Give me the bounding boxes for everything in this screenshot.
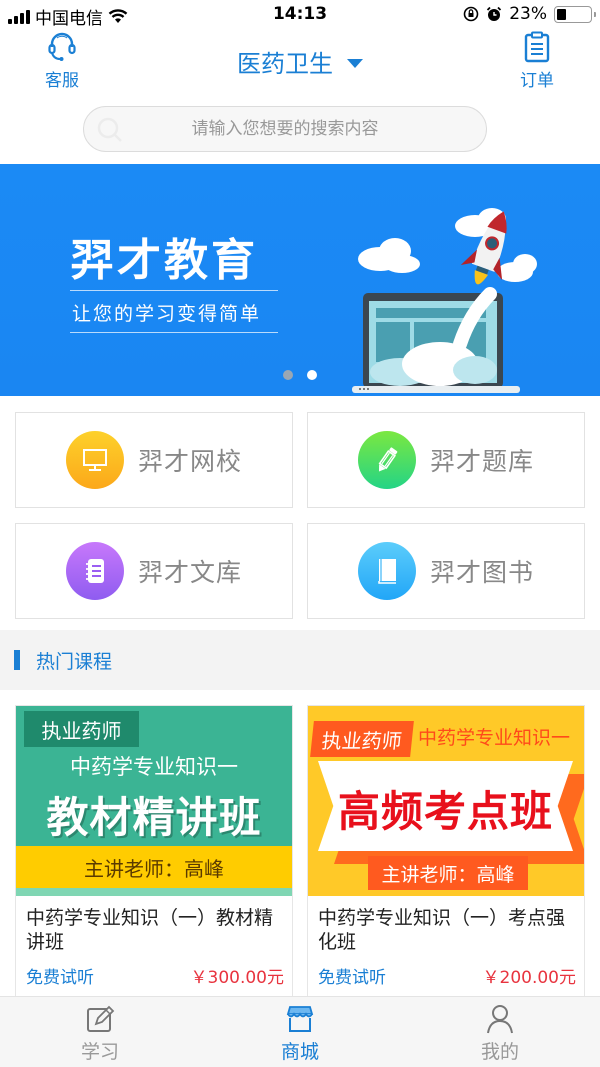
menu-books[interactable]: 羿才图书 xyxy=(307,523,585,619)
free-trial-link[interactable]: 免费试听 xyxy=(318,963,386,988)
banner-divider xyxy=(70,290,278,291)
carousel-dot[interactable] xyxy=(283,370,293,380)
orders-label: 订单 xyxy=(520,71,554,91)
carousel-dot-active[interactable] xyxy=(307,370,317,380)
course-list: 执业药师 中药学专业知识一 教材精讲班 主讲老师：高峰 中药学专业知识（一）教材… xyxy=(0,690,600,1005)
promo-banner[interactable]: 羿才教育 让您的学习变得简单 xyxy=(0,164,600,396)
course-title: 中药学专业知识（一）考点强化班 xyxy=(318,907,566,953)
tab-label: 商城 xyxy=(280,1041,319,1063)
hot-courses-header: 热门课程 xyxy=(0,630,600,690)
course-thumbnail: 执业药师 中药学专业知识一 教材精讲班 主讲老师：高峰 xyxy=(16,706,292,896)
tab-label: 学习 xyxy=(80,1041,119,1063)
tab-learn[interactable]: 学习 xyxy=(40,1003,160,1064)
tab-label: 我的 xyxy=(480,1041,519,1063)
thumb-tag: 执业药师 xyxy=(24,711,139,747)
search-icon xyxy=(97,117,122,142)
rotation-lock-icon xyxy=(463,6,479,22)
status-bar: 中国电信 14:13 23% xyxy=(0,0,600,30)
notebook-icon xyxy=(66,542,124,600)
top-nav: 客服 医药卫生 订单 xyxy=(0,30,600,100)
thumb-subject: 中药学专业知识一 xyxy=(70,755,238,779)
course-thumbnail: 执业药师 中药学专业知识一 高频考点班 主讲老师：高峰 xyxy=(308,706,584,896)
banner-subtitle: 让您的学习变得简单 xyxy=(72,303,262,325)
menu-library[interactable]: 羿才文库 xyxy=(15,523,293,619)
menu-label: 羿才网校 xyxy=(138,447,243,476)
bottom-tab-bar: 学习 商城 我的 xyxy=(0,996,600,1067)
free-trial-link[interactable]: 免费试听 xyxy=(26,963,94,988)
thumb-teacher: 主讲老师：高峰 xyxy=(16,846,292,888)
thumb-teacher: 主讲老师：高峰 xyxy=(368,856,528,890)
banner-divider xyxy=(70,332,278,333)
thumb-subject: 中药学专业知识一 xyxy=(418,727,571,749)
course-price: ￥200.00元 xyxy=(482,968,576,988)
section-accent-bar xyxy=(14,650,20,670)
menu-online-school[interactable]: 羿才网校 xyxy=(15,412,293,508)
section-title: 热门课程 xyxy=(36,650,113,673)
thumb-headline: 教材精讲班 xyxy=(46,793,262,842)
page-title: 医药卫生 xyxy=(237,50,333,78)
menu-label: 羿才题库 xyxy=(430,447,535,476)
user-icon xyxy=(487,1005,513,1034)
caret-down-icon xyxy=(347,58,363,68)
monitor-icon xyxy=(66,431,124,489)
clipboard-icon xyxy=(524,31,550,63)
course-card[interactable]: 执业药师 中药学专业知识一 教材精讲班 主讲老师：高峰 中药学专业知识（一）教材… xyxy=(15,705,293,1005)
pencil-icon xyxy=(358,431,416,489)
thumb-decoration xyxy=(16,888,292,896)
menu-question-bank[interactable]: 羿才题库 xyxy=(307,412,585,508)
thumb-headline: 高频考点班 xyxy=(337,787,553,836)
banner-title: 羿才教育 xyxy=(70,235,258,286)
search-bar[interactable] xyxy=(83,106,487,152)
book-icon xyxy=(358,542,416,600)
store-icon xyxy=(286,1006,314,1032)
tab-mall[interactable]: 商城 xyxy=(240,1003,360,1064)
edit-icon xyxy=(87,1005,115,1032)
rocket-laptop-illustration xyxy=(352,208,537,393)
search-input[interactable] xyxy=(135,119,435,139)
feature-menu: 羿才网校 羿才题库 羿才文库 羿才图书 xyxy=(0,396,600,630)
orders-button[interactable]: 订单 xyxy=(502,30,572,91)
menu-label: 羿才图书 xyxy=(430,558,535,587)
course-price: ￥300.00元 xyxy=(190,968,284,988)
alarm-icon xyxy=(487,6,502,21)
tab-me[interactable]: 我的 xyxy=(440,1003,560,1064)
course-card[interactable]: 执业药师 中药学专业知识一 高频考点班 主讲老师：高峰 中药学专业知识（一）考点… xyxy=(307,705,585,1005)
battery-percent: 23% xyxy=(509,4,547,24)
carousel-indicator xyxy=(283,370,317,380)
thumb-tag: 执业药师 xyxy=(310,721,414,757)
battery-icon xyxy=(554,5,596,23)
menu-label: 羿才文库 xyxy=(138,558,243,587)
course-title: 中药学专业知识（一）教材精讲班 xyxy=(26,907,274,953)
